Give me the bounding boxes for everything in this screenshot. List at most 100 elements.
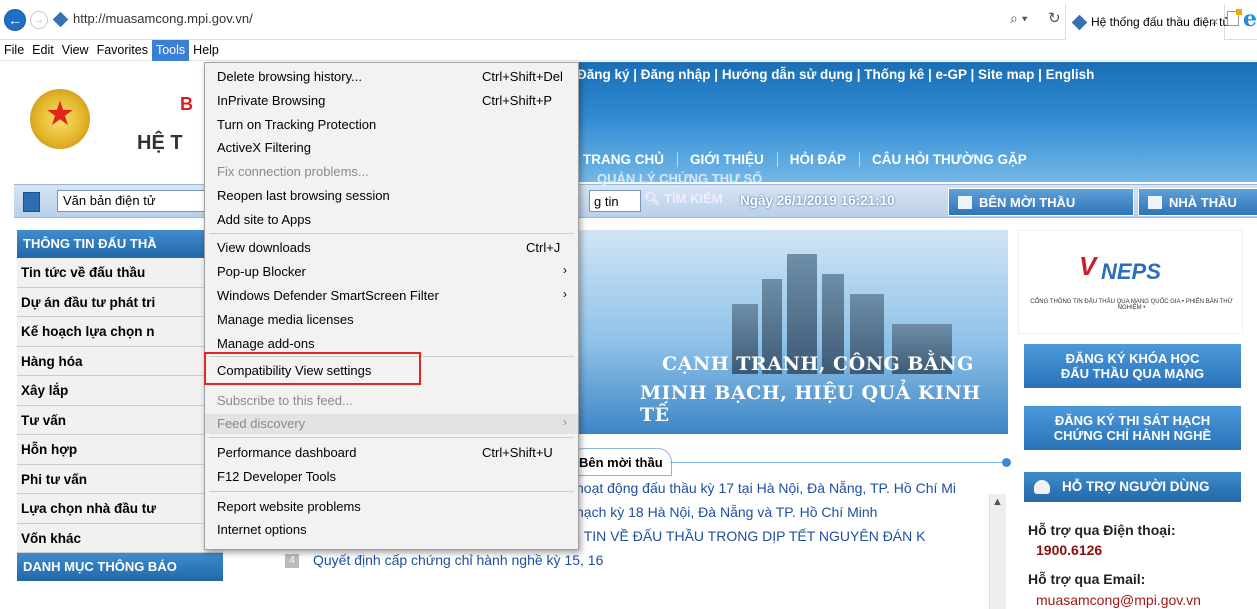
search-button-label: TÌM KIẾM [664, 191, 723, 206]
menu-manage-addons[interactable]: Manage add-ons [205, 334, 578, 354]
search-icon[interactable]: ⌕ ▾ [1010, 10, 1028, 27]
register-exam-button[interactable]: ĐĂNG KÝ THI SÁT HẠCH CHỨNG CHỈ HÀNH NGHỀ [1024, 406, 1241, 450]
back-button[interactable]: ← [4, 9, 26, 31]
contractor-button[interactable]: NHÀ THẦU [1138, 188, 1257, 216]
tab-title: Hệ thống đấu thầu điện tử [1091, 15, 1231, 29]
sidebar-footer-header: DANH MỤC THÔNG BÁO [17, 553, 223, 581]
sidebar-item-news[interactable]: Tin tức về đấu thầu [17, 258, 223, 288]
chevron-up-icon[interactable]: ▲ [992, 496, 1003, 508]
support-header: HỖ TRỢ NGƯỜI DÙNG [1024, 472, 1241, 502]
menu-popup-blocker[interactable]: Pop-up Blocker › [205, 262, 578, 282]
menu-reopen-session[interactable]: Reopen last browsing session [205, 186, 578, 206]
menu-delete-history[interactable]: Delete browsing history... Ctrl+Shift+Del [205, 67, 578, 87]
menu-favorites[interactable]: Favorites [93, 40, 152, 61]
procuring-entity-label: BÊN MỜI THẦU [979, 195, 1076, 210]
nav-qa[interactable]: HỎI ĐÁP [790, 152, 861, 167]
sidebar-item-other-capital[interactable]: Vốn khác [17, 523, 223, 553]
divider [670, 462, 1007, 463]
national-emblem-icon [30, 89, 90, 149]
search-button[interactable]: 🔍︎ TÌM KIẾM [644, 191, 723, 207]
sidebar-item-non-consulting[interactable]: Phi tư vấn [17, 464, 223, 494]
search-input[interactable]: g tin [589, 190, 641, 212]
menu-help[interactable]: Help [189, 40, 223, 61]
sidebar-item-projects[interactable]: Dự án đầu tư phát tri [17, 287, 223, 317]
menu-report-problems[interactable]: Report website problems [205, 497, 578, 517]
menu-tools[interactable]: Tools [151, 39, 190, 61]
sidebar-item-mixed[interactable]: Hỗn hợp [17, 435, 223, 465]
menu-separator [209, 437, 574, 438]
tab-close-icon[interactable]: × [1211, 14, 1219, 29]
neps-logo-text: NEPS [1101, 259, 1161, 284]
menu-smartscreen[interactable]: Windows Defender SmartScreen Filter › [205, 286, 578, 306]
site-title-red: B [180, 94, 193, 114]
nav-faq[interactable]: CÂU HỎI THƯỜNG GẶP [872, 152, 1040, 167]
nav-certificate[interactable]: QUẢN LÝ CHỨNG THƯ SỐ [597, 171, 762, 186]
banner-slogan-2: MINH BẠCH, HIỆU QUẢ KINH TẾ [640, 382, 981, 426]
neps-subtitle: CỔNG THÔNG TIN ĐẤU THẦU QUA MẠNG QUỐC GI… [1030, 299, 1233, 311]
list-item[interactable]: hoạt động đấu thầu kỳ 17 tại Hà Nội, Đà … [576, 480, 956, 500]
procuring-entity-button[interactable]: BÊN MỜI THẦU [948, 188, 1134, 216]
menu-performance-dashboard[interactable]: Performance dashboard Ctrl+Shift+U [205, 443, 578, 463]
search-category-select[interactable]: Văn bản điện tử [57, 190, 207, 212]
news-title: Quyết định cấp chứng chỉ hành nghề kỳ 15… [313, 552, 604, 568]
menu-tracking-protection[interactable]: Turn on Tracking Protection [205, 115, 578, 135]
document-icon [23, 192, 40, 212]
sidebar-item-construction[interactable]: Xây lắp [17, 376, 223, 406]
site-title: HỆ T [137, 132, 183, 154]
register-exam-line1: ĐĂNG KÝ THI SÁT HẠCH [1054, 413, 1211, 428]
menu-inprivate[interactable]: InPrivate Browsing Ctrl+Shift+P [205, 91, 578, 111]
sidebar-item-consulting[interactable]: Tư vấn [17, 405, 223, 435]
news-title: hoạt động đấu thầu kỳ 17 tại Hà Nội, Đà … [576, 480, 957, 496]
contractor-label: NHÀ THẦU [1169, 195, 1237, 210]
news-scrollbar[interactable]: ▲ [989, 494, 1006, 609]
url-field[interactable]: http://muasamcong.mpi.gov.vn/ [73, 11, 253, 26]
menu-activex-filtering[interactable]: ActiveX Filtering [205, 138, 578, 158]
sidebar-item-plans[interactable]: Kế hoạch lựa chọn n [17, 317, 223, 347]
menu-bar: File Edit View Favorites Tools Help [0, 39, 1257, 61]
neps-logo[interactable]: V NEPS CỔNG THÔNG TIN ĐẤU THẦU QUA MẠNG … [1018, 230, 1243, 334]
menu-developer-tools[interactable]: F12 Developer Tools [205, 467, 578, 487]
forward-button[interactable]: → [30, 11, 48, 29]
tab-procuring-entity[interactable]: Bên mời thầu [570, 448, 672, 476]
hero-banner: CẠNH TRANH, CÔNG BẰNG MINH BẠCH, HIỆU QU… [562, 230, 1008, 434]
site-favicon-icon [52, 11, 69, 28]
menu-subscribe-feed: Subscribe to this feed... [205, 391, 578, 411]
menu-internet-options[interactable]: Internet options [205, 520, 578, 540]
chevron-right-icon: › [563, 287, 567, 301]
user-support-icon [1034, 480, 1050, 494]
web-page: B HỆ T Đăng ký | Đăng nhập | Hướng dẫn s… [0, 62, 1257, 609]
menu-item-shortcut: Ctrl+J [526, 240, 561, 255]
sidebar-item-goods[interactable]: Hàng hóa [17, 346, 223, 376]
book-icon [958, 196, 972, 209]
menu-item-label: Reopen last browsing session [217, 188, 390, 203]
list-item[interactable]: hạch kỳ 18 Hà Nội, Đà Nẵng và TP. Hồ Chí… [576, 504, 877, 524]
register-exam-line2: CHỨNG CHỈ HÀNH NGHỀ [1053, 428, 1212, 443]
refresh-icon[interactable]: ↻ [1048, 9, 1061, 27]
menu-item-label: InPrivate Browsing [217, 93, 326, 108]
menu-item-label: View downloads [217, 240, 311, 255]
search-bar: QUẢN LÝ CHỨNG THƯ SỐ Văn bản điện tử g t… [14, 171, 1257, 218]
nav-home[interactable]: TRANG CHỦ [583, 152, 678, 167]
menu-view-downloads[interactable]: View downloads Ctrl+J [205, 238, 578, 258]
register-course-button[interactable]: ĐĂNG KÝ KHÓA HỌC ĐẤU THẦU QUA MẠNG [1024, 344, 1241, 388]
email-label: Hỗ trợ qua Email: [1028, 571, 1146, 587]
register-course-line2: ĐẤU THẦU QUA MẠNG [1060, 366, 1205, 381]
browser-tab[interactable]: Hệ thống đấu thầu điện tử × [1065, 4, 1230, 40]
list-item[interactable]: 4 Quyết định cấp chứng chỉ hành nghề kỳ 1… [285, 552, 603, 572]
menu-edit[interactable]: Edit [28, 40, 58, 61]
menu-item-label: Pop-up Blocker [217, 264, 306, 279]
chevron-right-icon: › [563, 263, 567, 277]
nav-about[interactable]: GIỚI THIỆU [690, 152, 778, 167]
phone-number: 1900.6126 [1036, 542, 1103, 558]
sidebar-item-investor[interactable]: Lựa chọn nhà đầu tư [17, 494, 223, 524]
tools-menu: Delete browsing history... Ctrl+Shift+Del… [204, 62, 579, 550]
menu-add-site-to-apps[interactable]: Add site to Apps [205, 210, 578, 230]
top-links[interactable]: Đăng ký | Đăng nhập | Hướng dẫn sử dụng … [577, 67, 1094, 82]
new-tab-icon[interactable] [1227, 9, 1242, 26]
email-address[interactable]: muasamcong@mpi.gov.vn [1036, 592, 1201, 608]
menu-file[interactable]: File [0, 40, 28, 61]
handshake-icon [1148, 196, 1162, 209]
menu-media-licenses[interactable]: Manage media licenses [205, 310, 578, 330]
menu-view[interactable]: View [58, 40, 93, 61]
menu-item-shortcut: Ctrl+Shift+P [482, 93, 553, 108]
